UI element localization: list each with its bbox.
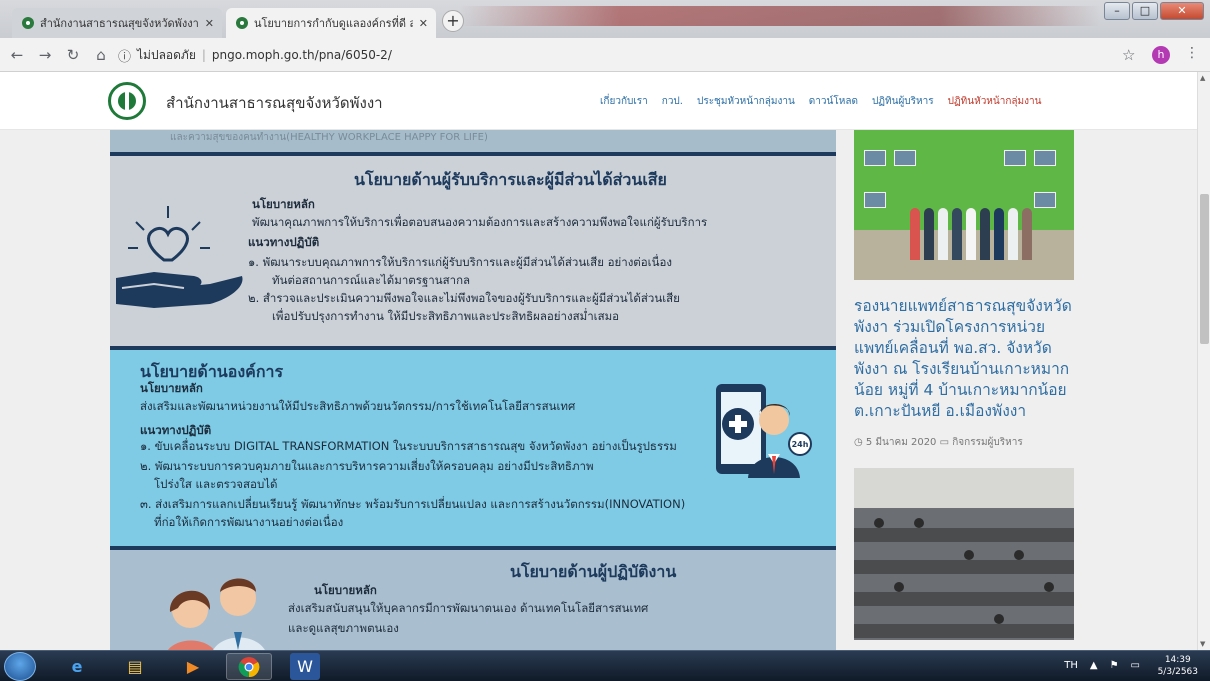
- menu-item-head-calendar[interactable]: ปฏิทินหัวหน้ากลุ่มงาน: [948, 94, 1042, 109]
- main-policy-text: พัฒนาคุณภาพการให้บริการเพื่อตอบสนองความต…: [252, 215, 708, 229]
- clock-date: 5/3/2563: [1157, 667, 1198, 677]
- clock-icon: ◷: [854, 437, 863, 448]
- main-policy-label: นโยบายหลัก: [140, 381, 203, 395]
- word-icon[interactable]: W: [290, 653, 320, 680]
- forward-arrow-icon[interactable]: →: [34, 46, 56, 64]
- practice-item-2: ๒. สำรวจและประเมินความพึงพอใจและไม่พึงพอ…: [248, 291, 680, 305]
- employee-policy-section: นโยบายด้านผู้ปฏิบัติงาน นโยบายหลัก ส่งเส…: [110, 550, 836, 650]
- news-date: 5 มีนาคม 2020: [865, 437, 937, 448]
- address-bar-row: ← → ↻ ⌂ ⓘ ไม่ปลอดภัย | pngo.moph.go.th/p…: [0, 38, 1210, 72]
- main-policy-label: นโยบายหลัก: [252, 197, 315, 211]
- profile-avatar[interactable]: h: [1152, 46, 1170, 64]
- stakeholder-policy-section: นโยบายด้านผู้รับบริการและผู้มีส่วนได้ส่ว…: [110, 156, 836, 346]
- moph-logo[interactable]: [108, 82, 146, 120]
- scroll-up-arrow-icon[interactable]: ▲: [1200, 74, 1205, 82]
- top-partial-text: และความสุขของคนทำงาน(HEALTHY WORKPLACE H…: [170, 132, 488, 143]
- news-photo-school-group[interactable]: [854, 130, 1074, 280]
- badge-24h: 24h: [792, 440, 809, 449]
- scrollbar-thumb[interactable]: [1200, 194, 1209, 344]
- system-tray: TH ▲ ⚑ ▭: [1064, 660, 1140, 671]
- reload-icon[interactable]: ↻: [62, 46, 84, 64]
- section-heading: นโยบายด้านผู้รับบริการและผู้มีส่วนได้ส่ว…: [354, 170, 667, 189]
- news-headline-link[interactable]: รองนายแพทย์สาธารณสุขจังหวัดพังงา ร่วมเปิ…: [854, 296, 1080, 422]
- page-scrollbar[interactable]: ▲ ▼: [1197, 72, 1210, 650]
- new-tab-button[interactable]: +: [442, 10, 464, 32]
- telemedicine-doctor-icon: 24h: [716, 384, 812, 478]
- policy-infographic: และความสุขของคนทำงาน(HEALTHY WORKPLACE H…: [110, 130, 836, 650]
- menu-item-download[interactable]: ดาวน์โหลด: [809, 94, 858, 109]
- practice-item-1-cont: ทันต่อสถานการณ์และได้มาตรฐานสากล: [272, 273, 471, 287]
- browser-tab-bar: สำนักงานสาธารณสุขจังหวัดพังงา ✕ นโยบายกา…: [0, 0, 1210, 38]
- network-icon[interactable]: ▭: [1131, 660, 1140, 671]
- system-clock[interactable]: 14:39 5/3/2563: [1158, 654, 1198, 678]
- close-tab-icon[interactable]: ✕: [419, 17, 428, 30]
- close-window-button[interactable]: ✕: [1160, 2, 1204, 20]
- heart-hand-icon: [116, 206, 243, 308]
- bookmark-star-icon[interactable]: ☆: [1122, 46, 1135, 64]
- main-policy-text: ส่งเสริมและพัฒนาหน่วยงานให้มีประสิทธิภาพ…: [140, 399, 576, 413]
- url-omnibox[interactable]: ⓘ ไม่ปลอดภัย | pngo.moph.go.th/pna/6050-…: [118, 42, 1118, 68]
- main-menu: เกี่ยวกับเรา กวป. ประชุมหัวหน้ากลุ่มงาน …: [600, 94, 1041, 109]
- action-center-flag-icon[interactable]: ⚑: [1110, 660, 1119, 671]
- menu-item-about[interactable]: เกี่ยวกับเรา: [600, 94, 648, 109]
- staff-people-icon: [168, 578, 265, 650]
- internet-explorer-icon[interactable]: e: [54, 653, 100, 680]
- window-controls: – □ ✕: [1104, 2, 1204, 20]
- media-player-icon[interactable]: ▶: [170, 653, 216, 680]
- tab-title: นโยบายการกำกับดูแลองค์กรที่ดี สำ: [254, 17, 413, 30]
- chrome-icon[interactable]: [226, 653, 272, 680]
- language-indicator[interactable]: TH: [1064, 660, 1078, 671]
- news-meta: ◷ 5 มีนาคม 2020 ▭ กิจกรรมผู้บริหาร: [854, 435, 1023, 450]
- tab-governance-policy[interactable]: นโยบายการกำกับดูแลองค์กรที่ดี สำ ✕: [226, 8, 436, 38]
- news-category-link[interactable]: กิจกรรมผู้บริหาร: [952, 437, 1022, 448]
- menu-item-kwp[interactable]: กวป.: [662, 94, 683, 109]
- practice-item-2: ๒. พัฒนาระบบการควบคุมภายในและการบริหารคว…: [140, 459, 594, 473]
- windows-taskbar: e ▤ ▶ W TH ▲ ⚑ ▭ 14:39 5/3/2563: [0, 650, 1210, 681]
- main-policy-text-cont: และดูแลสุขภาพตนเอง: [288, 621, 399, 635]
- organization-policy-section: นโยบายด้านองค์การ นโยบายหลัก ส่งเสริมและ…: [110, 350, 836, 546]
- news-photo-meeting-room[interactable]: [854, 468, 1074, 640]
- practice-label: แนวทางปฏิบัติ: [248, 235, 320, 249]
- page-viewport: สำนักงานสาธารณสุขจังหวัดพังงา เกี่ยวกับเ…: [0, 72, 1197, 650]
- main-policy-label: นโยบายหลัก: [314, 583, 377, 597]
- tab-provincial-health-office[interactable]: สำนักงานสาธารณสุขจังหวัดพังงา ✕: [12, 8, 222, 38]
- practice-item-2-cont: เพื่อปรับปรุงการทำงาน ให้มีประสิทธิภาพแล…: [272, 309, 620, 323]
- maximize-button[interactable]: □: [1132, 2, 1158, 20]
- file-explorer-icon[interactable]: ▤: [112, 653, 158, 680]
- site-favicon-icon: [22, 17, 34, 29]
- menu-item-exec-calendar[interactable]: ปฏิทินผู้บริหาร: [872, 94, 934, 109]
- practice-item-1: ๑. พัฒนาระบบคุณภาพการให้บริการแก่ผู้รับบ…: [248, 255, 672, 269]
- security-label: ไม่ปลอดภัย: [137, 47, 196, 62]
- main-policy-text: ส่งเสริมสนับสนุนให้บุคลากรมีการพัฒนาตนเอ…: [288, 601, 649, 615]
- practice-item-3-cont: ที่ก่อให้เกิดการพัฒนางานอย่างต่อเนื่อง: [154, 515, 344, 529]
- menu-item-meeting[interactable]: ประชุมหัวหน้ากลุ่มงาน: [697, 94, 795, 109]
- folder-icon: ▭: [939, 437, 950, 448]
- minimize-button[interactable]: –: [1104, 2, 1130, 20]
- tray-expand-icon[interactable]: ▲: [1090, 660, 1098, 671]
- back-arrow-icon[interactable]: ←: [6, 46, 28, 64]
- site-name[interactable]: สำนักงานสาธารณสุขจังหวัดพังงา: [166, 91, 383, 115]
- clock-time: 14:39: [1164, 655, 1191, 665]
- start-button[interactable]: [4, 652, 36, 681]
- close-tab-icon[interactable]: ✕: [205, 17, 214, 30]
- tab-title: สำนักงานสาธารณสุขจังหวัดพังงา: [40, 17, 199, 30]
- news-sidebar: รองนายแพทย์สาธารณสุขจังหวัดพังงา ร่วมเปิ…: [836, 130, 1088, 650]
- info-icon[interactable]: ⓘ: [118, 46, 131, 65]
- practice-item-1: ๑. ขับเคลื่อนระบบ DIGITAL TRANSFORMATION…: [140, 439, 677, 453]
- url-text[interactable]: pngo.moph.go.th/pna/6050-2/: [212, 48, 392, 62]
- scroll-down-arrow-icon[interactable]: ▼: [1200, 640, 1205, 648]
- site-favicon-icon: [236, 17, 248, 29]
- site-header: สำนักงานสาธารณสุขจังหวัดพังงา เกี่ยวกับเ…: [0, 72, 1197, 130]
- menu-kebab-icon[interactable]: ⋮: [1185, 45, 1199, 61]
- practice-item-3: ๓. ส่งเสริมการแลกเปลี่ยนเรียนรู้ พัฒนาทั…: [140, 497, 686, 511]
- section-heading: นโยบายด้านผู้ปฏิบัติงาน: [510, 562, 677, 581]
- home-icon[interactable]: ⌂: [90, 46, 112, 64]
- practice-item-2-cont: โปร่งใส และตรวจสอบได้: [154, 477, 278, 491]
